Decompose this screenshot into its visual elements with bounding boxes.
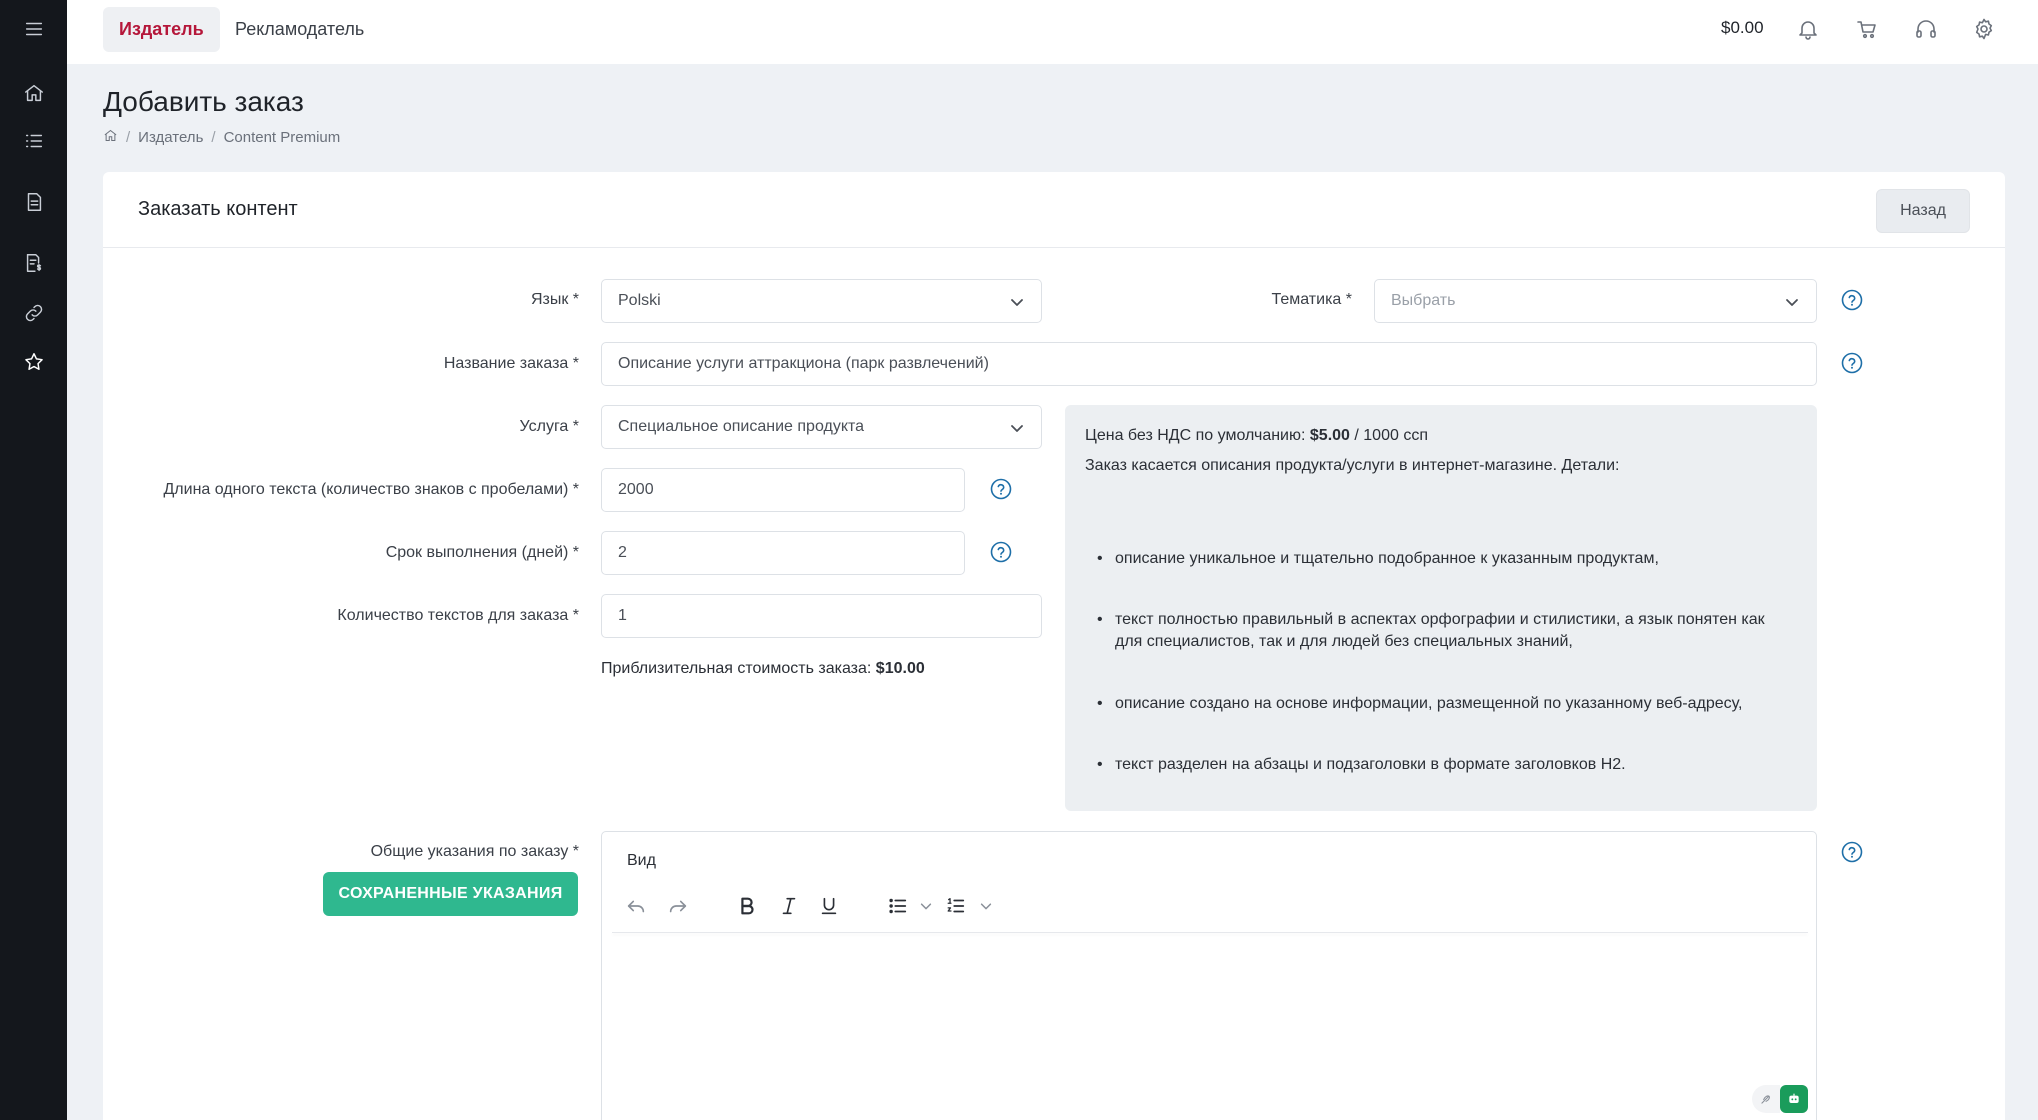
page-title: Добавить заказ bbox=[103, 86, 304, 117]
undo-icon[interactable] bbox=[622, 892, 650, 920]
saved-instructions-button[interactable]: СОХРАНЕННЫЕ УКАЗАНИЯ bbox=[323, 872, 578, 916]
invoice-icon[interactable] bbox=[0, 241, 67, 285]
instructions-label: Общие указания по заказу * bbox=[370, 843, 579, 860]
list-icon[interactable] bbox=[0, 119, 67, 163]
star-icon[interactable] bbox=[0, 340, 67, 384]
deadline-label: Срок выполнения (дней) * bbox=[385, 544, 579, 561]
text-count-label: Количество текстов для заказа * bbox=[337, 607, 579, 624]
gear-icon[interactable] bbox=[1969, 14, 1999, 44]
deadline-input[interactable]: 2 bbox=[601, 531, 965, 575]
underline-icon[interactable] bbox=[815, 892, 843, 920]
default-price: Цена без НДС по умолчанию: $5.00 / 1000 … bbox=[1085, 427, 1428, 445]
editor-menu-view[interactable]: Вид bbox=[627, 852, 656, 870]
text-length-input[interactable]: 2000 bbox=[601, 468, 965, 512]
top-bar: Издатель Рекламодатель $0.00 bbox=[67, 0, 2038, 64]
back-button[interactable]: Назад bbox=[1876, 189, 1970, 233]
bot-icon[interactable] bbox=[1780, 1085, 1808, 1113]
card-header: Заказать контент Назад bbox=[103, 172, 2005, 248]
service-select-value: Специальное описание продукта bbox=[618, 418, 865, 435]
balance[interactable]: $0.00 bbox=[1721, 18, 1764, 38]
text-length-value: 2000 bbox=[618, 481, 654, 498]
language-select-value: Polski bbox=[618, 292, 661, 309]
chevron-down-icon bbox=[1009, 420, 1025, 436]
list-item: описание уникальное и тщательно подобран… bbox=[1095, 548, 1795, 570]
bold-icon[interactable] bbox=[733, 892, 761, 920]
chevron-down-icon[interactable] bbox=[972, 892, 1000, 920]
sidebar bbox=[0, 0, 67, 1120]
instructions-editor[interactable]: Вид bbox=[601, 831, 1817, 1120]
chevron-down-icon bbox=[1784, 294, 1800, 310]
topic-select-placeholder: Выбрать bbox=[1391, 292, 1456, 309]
deadline-value: 2 bbox=[618, 544, 627, 561]
menu-icon[interactable] bbox=[0, 7, 67, 51]
help-icon[interactable] bbox=[990, 478, 1012, 500]
home-icon[interactable] bbox=[103, 128, 118, 147]
bullet-list-icon[interactable] bbox=[884, 892, 912, 920]
home-icon[interactable] bbox=[0, 71, 67, 115]
help-icon[interactable] bbox=[990, 541, 1012, 563]
list-item: текст полностью правильный в аспектах ор… bbox=[1095, 609, 1795, 653]
default-price-label: Цена без НДС по умолчанию: bbox=[1085, 427, 1306, 444]
list-item: текст разделен на абзацы и подзаголовки … bbox=[1095, 754, 1795, 776]
chevron-down-icon[interactable] bbox=[912, 892, 940, 920]
breadcrumb-item-current: Content Premium bbox=[223, 129, 341, 146]
redo-icon[interactable] bbox=[664, 892, 692, 920]
tab-advertiser[interactable]: Рекламодатель bbox=[219, 7, 380, 52]
service-select[interactable]: Специальное описание продукта bbox=[601, 405, 1042, 449]
estimated-cost-value: $10.00 bbox=[875, 660, 925, 677]
topic-label: Тематика * bbox=[1271, 291, 1352, 308]
default-price-value: $5.00 bbox=[1309, 427, 1350, 444]
feather-icon[interactable] bbox=[1752, 1085, 1780, 1113]
order-name-value: Описание услуги аттракциона (парк развле… bbox=[618, 355, 989, 372]
language-select[interactable]: Polski bbox=[601, 279, 1042, 323]
help-icon[interactable] bbox=[1841, 841, 1863, 863]
breadcrumb-item-publisher[interactable]: Издатель bbox=[138, 129, 203, 146]
estimated-cost: Приблизительная стоимость заказа: $10.00 bbox=[601, 660, 925, 678]
tab-publisher[interactable]: Издатель bbox=[103, 7, 220, 52]
language-label: Язык * bbox=[530, 291, 579, 308]
service-intro: Заказ касается описания продукта/услуги … bbox=[1085, 457, 1620, 474]
help-icon[interactable] bbox=[1841, 289, 1863, 311]
text-count-value: 1 bbox=[618, 607, 627, 624]
breadcrumb-separator: / bbox=[126, 129, 131, 146]
default-price-unit: / 1000 ссп bbox=[1354, 427, 1428, 444]
grammar-assistant[interactable] bbox=[1752, 1084, 1808, 1114]
link-icon[interactable] bbox=[0, 291, 67, 335]
help-icon[interactable] bbox=[1841, 352, 1863, 374]
text-count-input[interactable]: 1 bbox=[601, 594, 1042, 638]
chevron-down-icon bbox=[1009, 294, 1025, 310]
topic-select[interactable]: Выбрать bbox=[1374, 279, 1817, 323]
estimated-cost-label: Приблизительная стоимость заказа: bbox=[601, 660, 872, 677]
editor-toolbar-divider bbox=[612, 932, 1808, 933]
card-title: Заказать контент bbox=[138, 198, 298, 220]
headset-icon[interactable] bbox=[1911, 14, 1941, 44]
order-name-input[interactable]: Описание услуги аттракциона (парк развле… bbox=[601, 342, 1817, 386]
italic-icon[interactable] bbox=[775, 892, 803, 920]
cart-icon[interactable] bbox=[1852, 14, 1882, 44]
service-info-box: Цена без НДС по умолчанию: $5.00 / 1000 … bbox=[1065, 405, 1817, 811]
breadcrumb: / Издатель / Content Premium bbox=[103, 128, 340, 147]
text-length-label: Длина одного текста (количество знаков с… bbox=[163, 481, 579, 498]
service-label: Услуга * bbox=[519, 418, 579, 435]
document-icon[interactable] bbox=[0, 180, 67, 224]
list-item: описание создано на основе информации, р… bbox=[1095, 693, 1795, 715]
breadcrumb-separator: / bbox=[211, 129, 216, 146]
numbered-list-icon[interactable] bbox=[942, 892, 970, 920]
bell-icon[interactable] bbox=[1793, 14, 1823, 44]
order-name-label: Название заказа * bbox=[443, 355, 579, 372]
